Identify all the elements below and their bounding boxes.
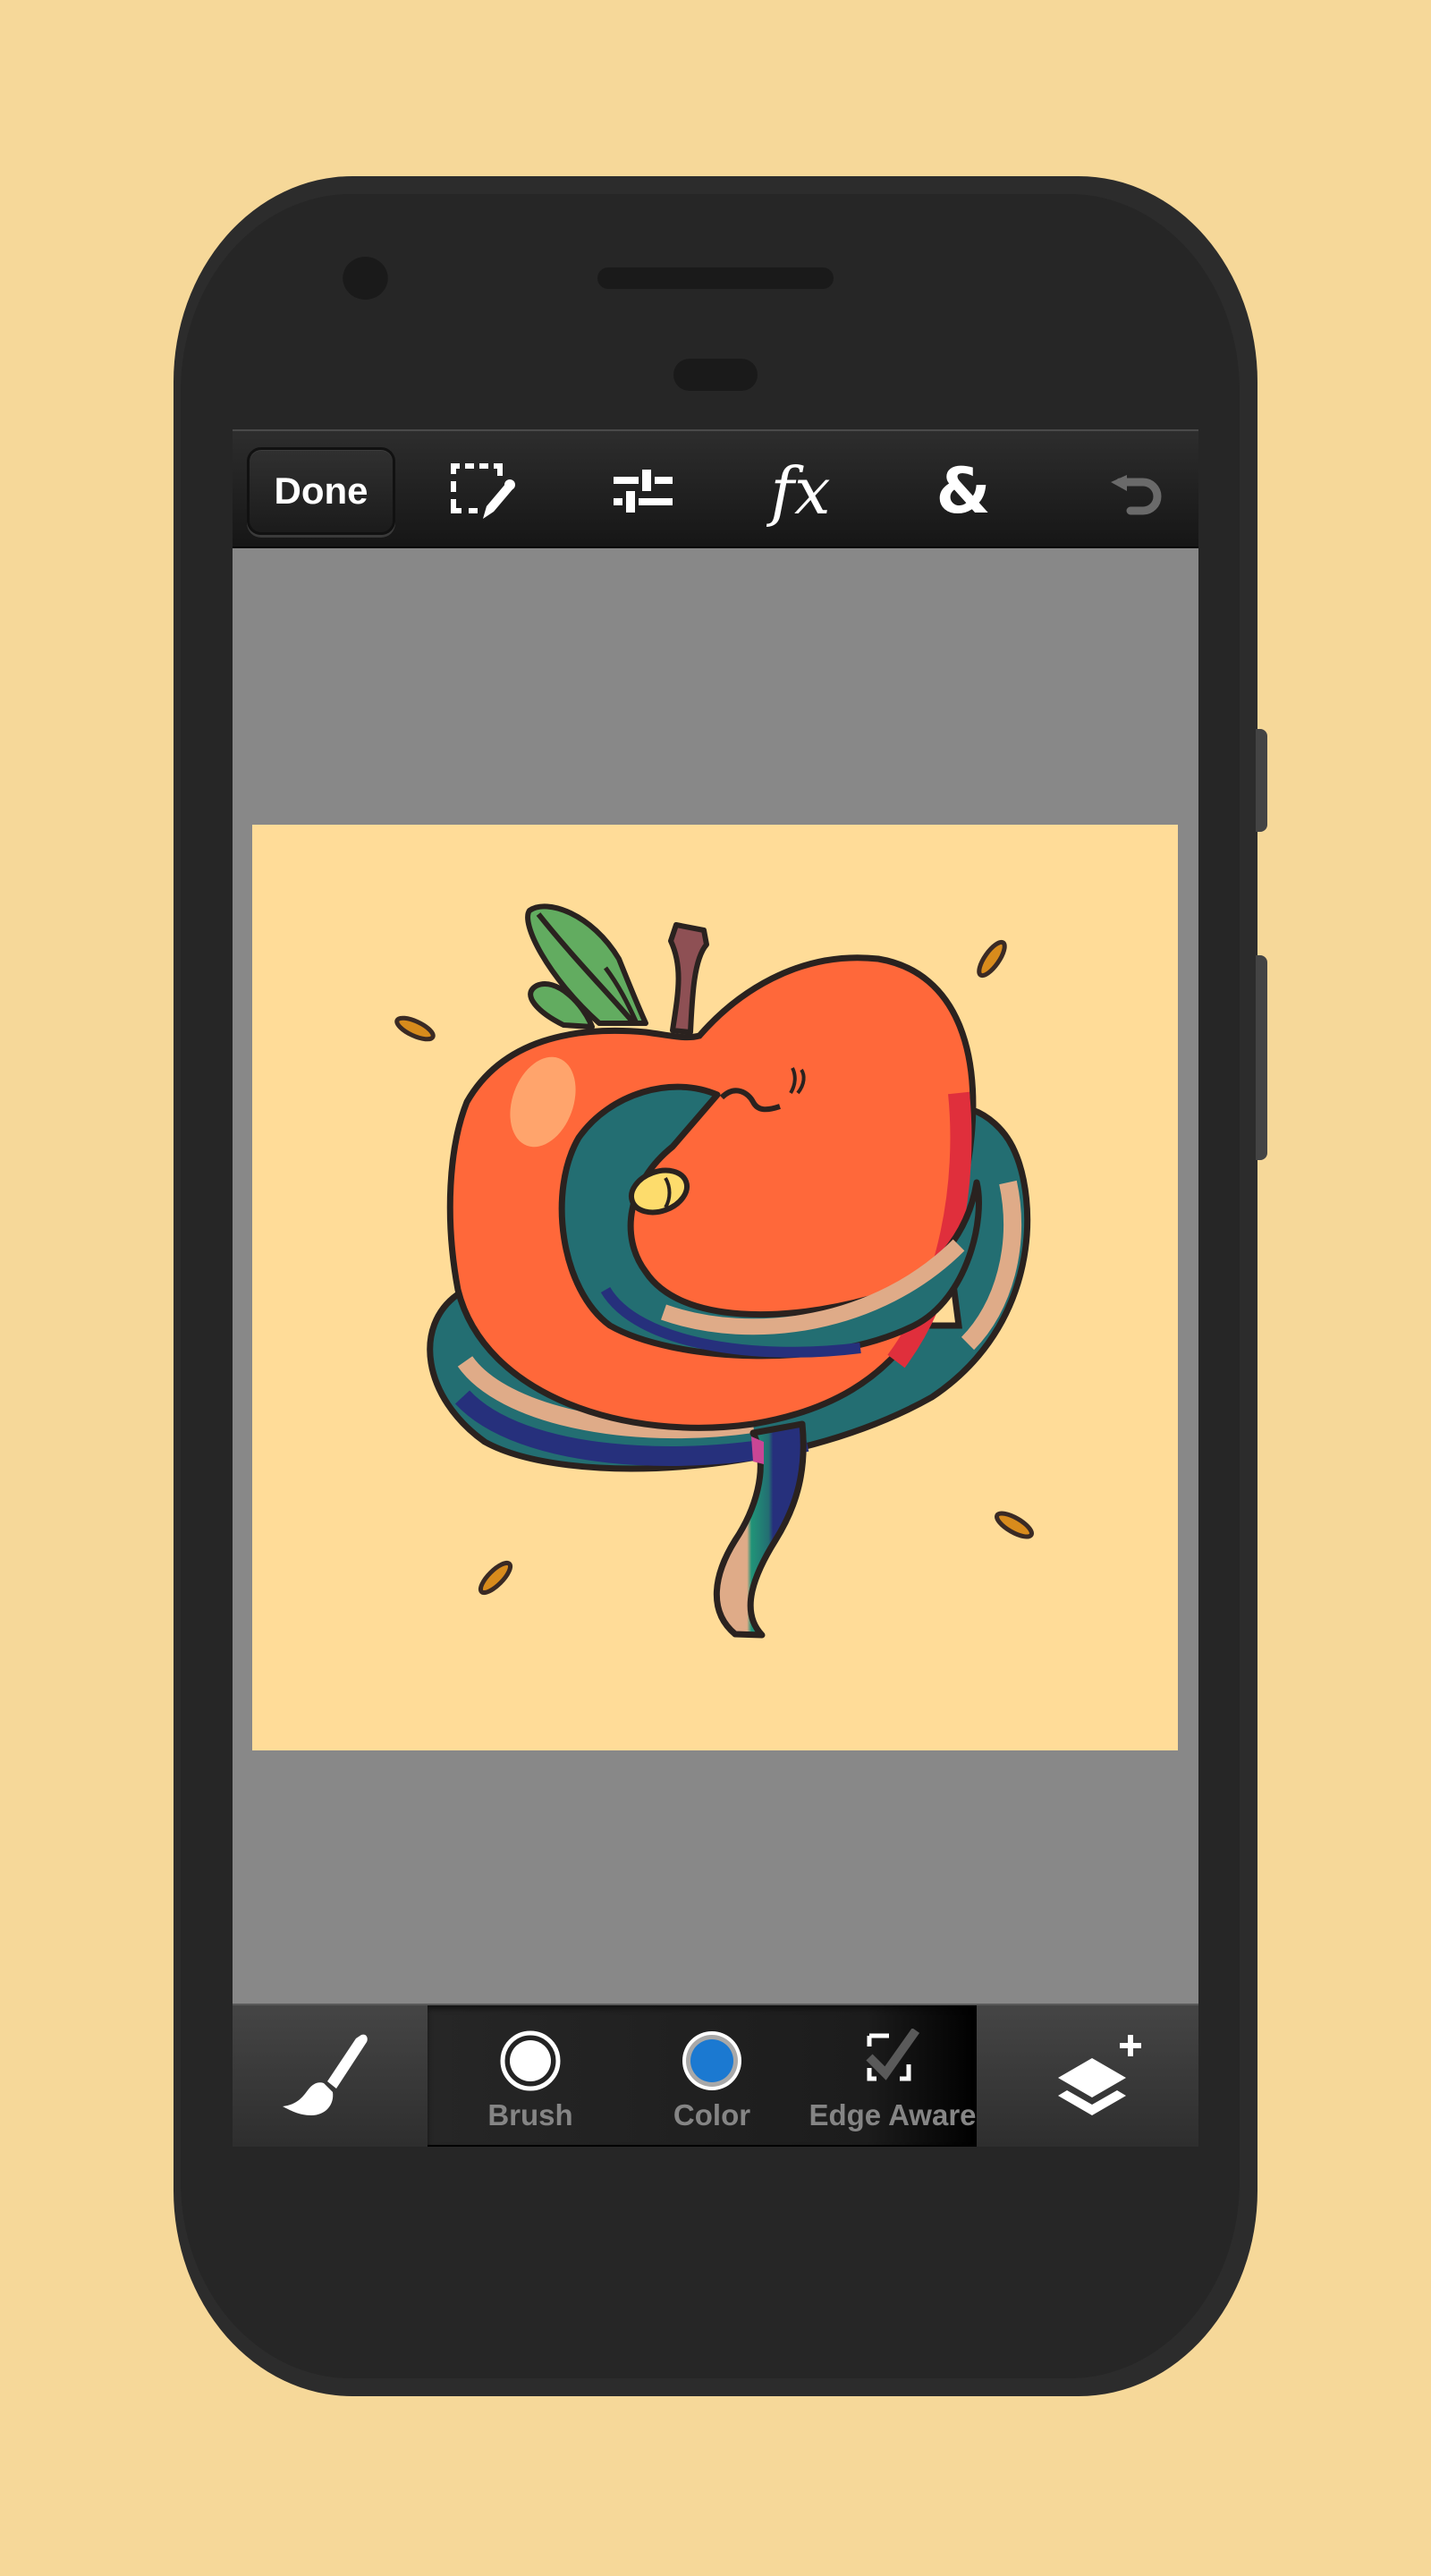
- color-option[interactable]: Color: [622, 2005, 801, 2145]
- sliders-icon: [614, 470, 673, 513]
- paint-tool-button[interactable]: [233, 2005, 428, 2147]
- brush-option[interactable]: Brush: [441, 2005, 620, 2145]
- front-camera: [343, 257, 388, 300]
- paintbrush-icon: [283, 2034, 368, 2115]
- edge-aware-option[interactable]: Edge Aware: [803, 2005, 982, 2145]
- earpiece-speaker: [597, 267, 834, 289]
- selection-edit-button[interactable]: [431, 451, 538, 531]
- done-button[interactable]: Done: [247, 447, 395, 535]
- ampersand-icon: &: [936, 454, 991, 528]
- brush-size-icon: [500, 2030, 561, 2091]
- artwork-snake-apple: [394, 903, 1034, 1639]
- power-button: [1256, 729, 1267, 832]
- top-toolbar: Done fx &: [233, 429, 1198, 548]
- color-swatch-icon: [682, 2031, 741, 2090]
- apple-stem: [668, 922, 709, 1035]
- leaf: [525, 903, 648, 1030]
- volume-button: [1256, 955, 1267, 1160]
- image-canvas[interactable]: [252, 825, 1178, 1750]
- paint-options-panel: Brush Color Edge Aware: [428, 2005, 977, 2147]
- blend-button[interactable]: &: [910, 451, 1017, 531]
- bottom-toolbar: Brush Color Edge Aware: [233, 2004, 1198, 2147]
- undo-button[interactable]: [1082, 451, 1190, 531]
- fx-icon: fx: [770, 453, 831, 529]
- undo-icon: [1111, 475, 1162, 515]
- app-screen: Done fx & Brush Color Edge Aware: [233, 429, 1198, 2147]
- add-layer-icon: [1058, 2035, 1141, 2115]
- proximity-sensor: [673, 359, 758, 391]
- checkbox-icon: [866, 2029, 920, 2081]
- adjustments-button[interactable]: [589, 451, 697, 531]
- add-layer-button[interactable]: [1003, 2005, 1198, 2147]
- selection-pencil-icon: [451, 463, 515, 519]
- brush-option-label: Brush: [487, 2098, 573, 2131]
- color-option-label: Color: [673, 2098, 751, 2131]
- effects-button[interactable]: fx: [747, 451, 854, 531]
- edge-aware-option-label: Edge Aware: [809, 2098, 977, 2131]
